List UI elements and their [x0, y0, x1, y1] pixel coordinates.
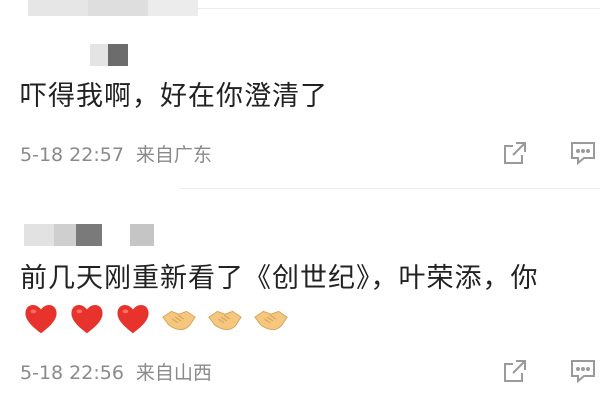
- comment-divider: [180, 188, 600, 189]
- comment-1-username-blurred[interactable]: [90, 44, 128, 66]
- share-icon[interactable]: [500, 138, 530, 168]
- comment-1-time: 5-18 22:57: [20, 144, 124, 166]
- top-divider: [180, 8, 600, 9]
- red-heart-icon: [22, 300, 60, 338]
- handshake-icon: [206, 300, 244, 338]
- share-icon[interactable]: [500, 356, 530, 386]
- comment-1-text: 吓得我啊，好在你澄清了: [20, 81, 328, 112]
- comment-2-emoji-row: [22, 300, 290, 338]
- red-heart-icon: [68, 300, 106, 338]
- comment-2-time: 5-18 22:56: [20, 362, 124, 384]
- handshake-icon: [160, 300, 198, 338]
- comment-1-source: 来自广东: [135, 144, 212, 166]
- comment-icon[interactable]: [568, 356, 598, 386]
- comment-2-username-blurred[interactable]: [24, 224, 154, 246]
- comment-thread: 吓得我啊，好在你澄清了 5-18 22:57 来自广东 前几天刚重新看了《创世纪》…: [0, 0, 600, 404]
- red-heart-icon: [114, 300, 152, 338]
- blurred-header-block: [28, 0, 198, 16]
- comment-1-meta: 5-18 22:57 来自广东: [20, 140, 212, 167]
- handshake-icon: [252, 300, 290, 338]
- comment-2-text: 前几天刚重新看了《创世纪》，叶荣添，你: [20, 263, 539, 294]
- comment-2-meta: 5-18 22:56 来自山西: [20, 358, 212, 385]
- comment-icon[interactable]: [568, 138, 598, 168]
- comment-2-source: 来自山西: [135, 362, 212, 384]
